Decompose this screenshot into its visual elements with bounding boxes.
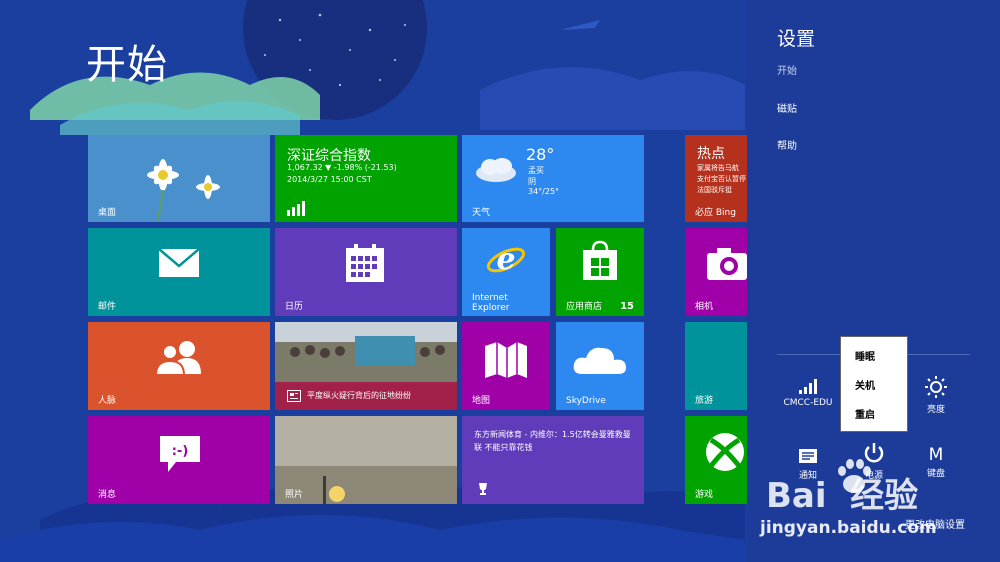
- tile-photos-label: 照片: [285, 490, 304, 500]
- trophy-icon: [479, 483, 487, 495]
- tile-messaging[interactable]: :-) 消息: [88, 416, 270, 504]
- svg-text:e: e: [496, 242, 515, 277]
- stock-index-name: 深证综合指数: [287, 148, 371, 164]
- tile-camera[interactable]: 相机: [685, 228, 747, 316]
- network-button[interactable]: CMCC-EDU: [783, 378, 833, 408]
- xbox-icon: [706, 433, 744, 471]
- tile-desktop-label: 桌面: [98, 208, 117, 218]
- tile-games[interactable]: 游戏: [685, 416, 747, 504]
- news-icon: [287, 390, 301, 402]
- svg-text::-): :-): [172, 444, 189, 459]
- camera-icon: [707, 248, 747, 280]
- tile-desktop[interactable]: 桌面: [88, 135, 270, 222]
- tile-camera-label: 相机: [695, 302, 714, 312]
- map-icon: [485, 342, 527, 378]
- weather-range: 34°/25°: [528, 187, 560, 196]
- news-line-2: 支付宝否认暂停: [697, 175, 746, 183]
- settings-help-link[interactable]: 帮助: [777, 137, 797, 152]
- sports-headline: 东方新闻体育 - 内维尔：1.5亿转会曼雅救曼联 不能只靠花钱: [474, 430, 631, 452]
- tile-travel-label: 旅游: [695, 396, 714, 406]
- message-bubble-icon: :-): [160, 436, 200, 472]
- tile-stock[interactable]: 深证综合指数 1,067.32 ▼ -1.98% (-21.53) 2014/3…: [275, 135, 457, 222]
- tile-sports[interactable]: 东方新闻体育 - 内维尔：1.5亿转会曼雅救曼联 不能只靠花钱: [462, 416, 644, 504]
- settings-tiles-link[interactable]: 磁贴: [777, 100, 797, 115]
- brightness-button[interactable]: 亮度: [913, 376, 959, 415]
- tile-people-label: 人脉: [98, 396, 117, 406]
- tile-weather[interactable]: 28° 孟买 阴 34°/25° 天气: [462, 135, 644, 222]
- power-menu-restart[interactable]: 重启: [855, 406, 875, 421]
- tile-news-label: 必应 Bing: [695, 208, 736, 218]
- tile-calendar-label: 日历: [285, 302, 304, 312]
- tile-mail-label: 邮件: [98, 302, 117, 312]
- power-menu: 睡眠 关机 重启: [840, 336, 908, 432]
- stock-quote: 1,067.32 ▼ -1.98% (-21.53): [287, 163, 397, 172]
- tile-photos[interactable]: 照片: [275, 416, 457, 504]
- settings-title: 设置: [777, 28, 816, 50]
- news-photo-caption: 平度纵火疑行背后的征地纷纷: [307, 391, 411, 400]
- tile-skydrive-label: SkyDrive: [566, 396, 606, 406]
- skydrive-cloud-icon: [573, 347, 626, 374]
- tile-news-photo[interactable]: 平度纵火疑行背后的征地纷纷: [275, 322, 457, 410]
- crowd-photo-icon: [275, 322, 457, 382]
- tile-ie-label: Internet Explorer: [472, 293, 510, 313]
- store-updates-badge: 15: [620, 301, 634, 312]
- tile-bing-news[interactable]: 热点 家属将告马航 支付宝否认暂停 法国驳斥挺 必应 Bing: [685, 135, 747, 222]
- cloud-icon: [476, 158, 516, 182]
- tile-maps[interactable]: 地图: [462, 322, 550, 410]
- news-title: 热点: [697, 146, 725, 162]
- weather-city: 孟买: [528, 166, 544, 175]
- tile-people[interactable]: 人脉: [88, 322, 270, 410]
- weather-temperature: 28°: [526, 145, 555, 164]
- tile-skydrive[interactable]: SkyDrive: [556, 322, 644, 410]
- news-line-3: 法国驳斥挺: [697, 186, 732, 194]
- sun-icon: [925, 376, 947, 398]
- chart-icon: [287, 201, 305, 216]
- envelope-icon: [158, 248, 200, 277]
- tile-store-label: 应用商店: [566, 302, 603, 312]
- tile-travel[interactable]: 旅游: [685, 322, 747, 410]
- tile-internet-explorer[interactable]: e Internet Explorer: [462, 228, 550, 316]
- brightness-label: 亮度: [926, 405, 945, 415]
- network-name: CMCC-EDU: [783, 398, 833, 408]
- tile-weather-label: 天气: [472, 208, 491, 218]
- tile-maps-label: 地图: [472, 396, 491, 406]
- stock-timestamp: 2014/3/27 15:00 CST: [287, 175, 372, 184]
- news-line-1: 家属将告马航: [697, 164, 739, 172]
- weather-condition: 阴: [528, 177, 536, 186]
- power-menu-sleep[interactable]: 睡眠: [855, 348, 875, 363]
- change-pc-settings-link[interactable]: 更改电脑设置: [905, 516, 965, 531]
- signal-bars-icon: [799, 379, 817, 394]
- tile-messaging-label: 消息: [98, 490, 117, 500]
- power-menu-shutdown[interactable]: 关机: [855, 377, 875, 392]
- tile-calendar[interactable]: 日历: [275, 228, 457, 316]
- people-icon: [154, 341, 201, 376]
- baidu-watermark: Bai 经验 jingyan.baidu.com: [760, 450, 1000, 562]
- store-bag-icon: [583, 240, 617, 280]
- internet-explorer-icon: e: [486, 242, 526, 277]
- settings-context: 开始: [777, 66, 797, 77]
- baidu-brand: Bai 经验: [766, 476, 919, 516]
- tile-store[interactable]: 应用商店 15: [556, 228, 644, 316]
- tile-mail[interactable]: 邮件: [88, 228, 270, 316]
- start-title: 开始: [86, 42, 168, 88]
- tile-games-label: 游戏: [695, 490, 714, 500]
- calendar-icon: [346, 244, 384, 282]
